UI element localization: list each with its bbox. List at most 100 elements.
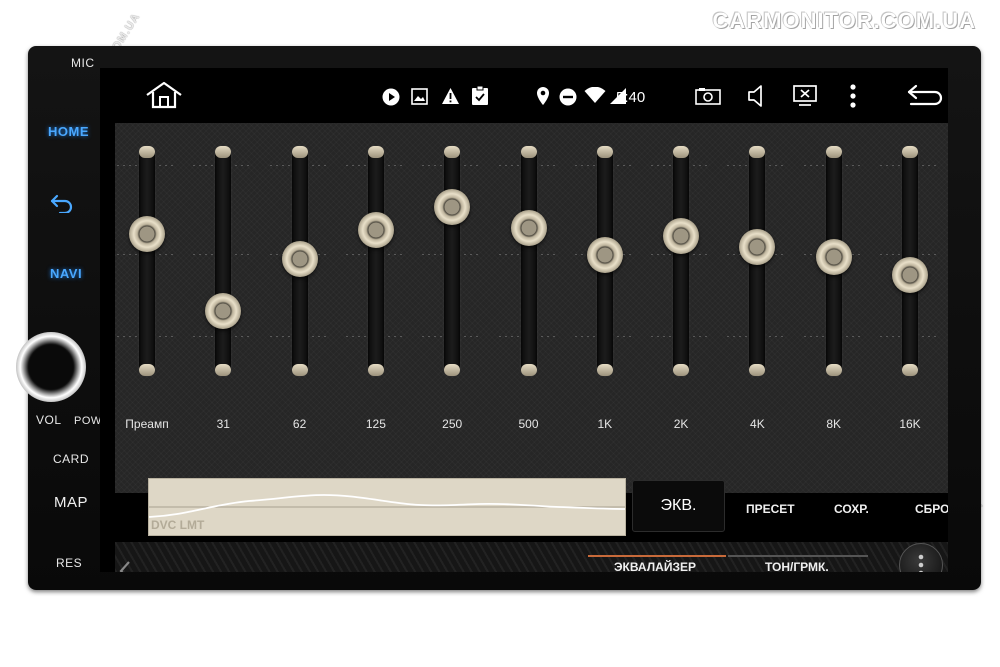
eq-band-label: 31 [216,417,230,431]
eq-band: 4K [727,123,788,483]
eq-slider-endcap [215,364,232,376]
eq-slider-track[interactable] [215,146,232,376]
more-vert-icon [918,554,924,572]
eq-band: 8K [803,123,864,483]
location-icon [537,87,549,105]
eq-slider-track[interactable] [520,146,537,376]
preset-button[interactable]: ПРЕСЕТ [746,502,795,516]
navi-hardware-button[interactable]: NAVI [50,266,82,281]
eq-slider-track[interactable] [367,146,384,376]
eq-slider-endcap [673,364,690,376]
touch-screen: 5:40 Преамп 31 62 125 250 500 1K 2K 4K 8K [100,68,948,572]
eq-slider-knob[interactable] [510,210,547,247]
tab-indicator-equalizer [588,555,726,557]
eq-slider-knob[interactable] [129,215,165,252]
eq-slider-endcap [291,146,308,158]
vol-label: VOL [36,413,62,427]
watermark-logo: CARMONITOR.COM.UA [712,8,976,33]
volume-knob[interactable] [16,332,86,402]
eq-slider-knob[interactable] [663,217,700,254]
eq-slider-knob[interactable] [815,239,852,276]
tab-tone-volume[interactable]: ТОН/ГРМК. [765,560,829,572]
eq-slider-knob[interactable] [357,211,394,248]
eq-slider-knob[interactable] [892,256,928,293]
eq-band: 31 [193,123,254,483]
tab-indicator-tone [728,555,868,557]
eq-slider-endcap [749,364,766,376]
eq-slider-endcap [367,146,384,158]
eq-band-label: 1K [597,417,613,431]
graph-label: DVC LMT [151,518,205,532]
eq-slider-endcap [749,146,766,158]
wifi-icon [584,87,606,103]
eq-slider-endcap [139,364,155,376]
eq-band-label: 500 [518,417,539,431]
eq-slider-track[interactable] [444,146,461,376]
eq-band-label: 4K [750,417,765,431]
back-icon[interactable] [907,84,945,108]
eq-slider-endcap [444,364,461,376]
eq-slider-endcap [367,364,384,376]
equalizer-mode-button[interactable]: ЭКВ. [632,480,725,532]
eq-slider-endcap [825,146,842,158]
eq-band-label: 250 [442,417,463,431]
more-options-button[interactable] [899,543,943,572]
eq-slider-endcap [902,146,918,158]
status-bar: 5:40 [100,68,948,123]
eq-band-label: 8K [826,417,842,431]
eq-slider-track[interactable] [673,146,690,376]
eq-slider-endcap [596,364,613,376]
physical-button-panel: MIC HOME NAVI VOL POW CARD MAP RES [16,46,102,590]
eq-slider-endcap [139,146,155,158]
eq-band-label: 62 [292,417,307,431]
play-icon [382,88,400,106]
eq-slider-endcap [673,146,690,158]
mic-label: MIC [71,56,95,70]
res-label: RES [56,556,83,570]
eq-band: 2K [651,123,712,483]
eq-band: 250 [422,123,483,483]
eq-slider-knob[interactable] [739,229,776,266]
back-hardware-button[interactable] [50,193,74,213]
home-icon[interactable] [144,80,184,110]
eq-slider-knob[interactable] [281,241,318,278]
eq-slider-track[interactable] [139,146,155,376]
eq-slider-endcap [520,146,537,158]
more-vert-icon[interactable] [850,84,856,108]
eq-band: Преамп [117,123,177,483]
save-button[interactable]: СОХР. [834,502,869,516]
eq-band-label: 16K [899,417,921,431]
eq-band-label: 2K [673,417,689,431]
pow-label: POW [74,415,102,427]
reset-button[interactable]: СБРОС [915,502,948,516]
warning-icon [442,88,459,104]
eq-slider-endcap [444,146,461,158]
eq-slider-knob[interactable] [434,188,471,225]
clock: 5:40 [616,89,646,106]
eq-slider-endcap [291,364,308,376]
eq-slider-knob[interactable] [205,293,242,330]
head-unit: MIC HOME NAVI VOL POW CARD MAP RES 5:40 … [16,46,981,590]
eq-slider-endcap [825,364,842,376]
eq-slider-endcap [902,364,918,376]
volume-icon[interactable] [747,84,765,108]
dnd-icon [559,88,577,106]
frequency-curve [149,494,625,518]
eq-slider-knob[interactable] [586,237,623,274]
map-hardware-button[interactable]: MAP [54,494,88,511]
eq-band-label: Преамп [125,417,169,431]
home-hardware-button[interactable]: HOME [48,124,89,139]
tab-equalizer[interactable]: ЭКВАЛАЙЗЕР [614,560,696,572]
eq-band: 62 [269,123,330,483]
camera-icon[interactable] [695,87,721,105]
card-label: CARD [53,452,90,466]
screen-off-icon[interactable] [793,84,817,108]
frequency-response-graph: DVC LMT [148,478,626,536]
eq-band: 500 [498,123,559,483]
eq-band-label: 125 [365,417,386,431]
eq-slider-endcap [215,146,232,158]
eq-slider-endcap [596,146,613,158]
equalizer-panel: Преамп 31 62 125 250 500 1K 2K 4K 8K 16K [115,123,948,493]
eq-slider-endcap [520,364,537,376]
chevron-left-icon[interactable] [118,560,132,572]
